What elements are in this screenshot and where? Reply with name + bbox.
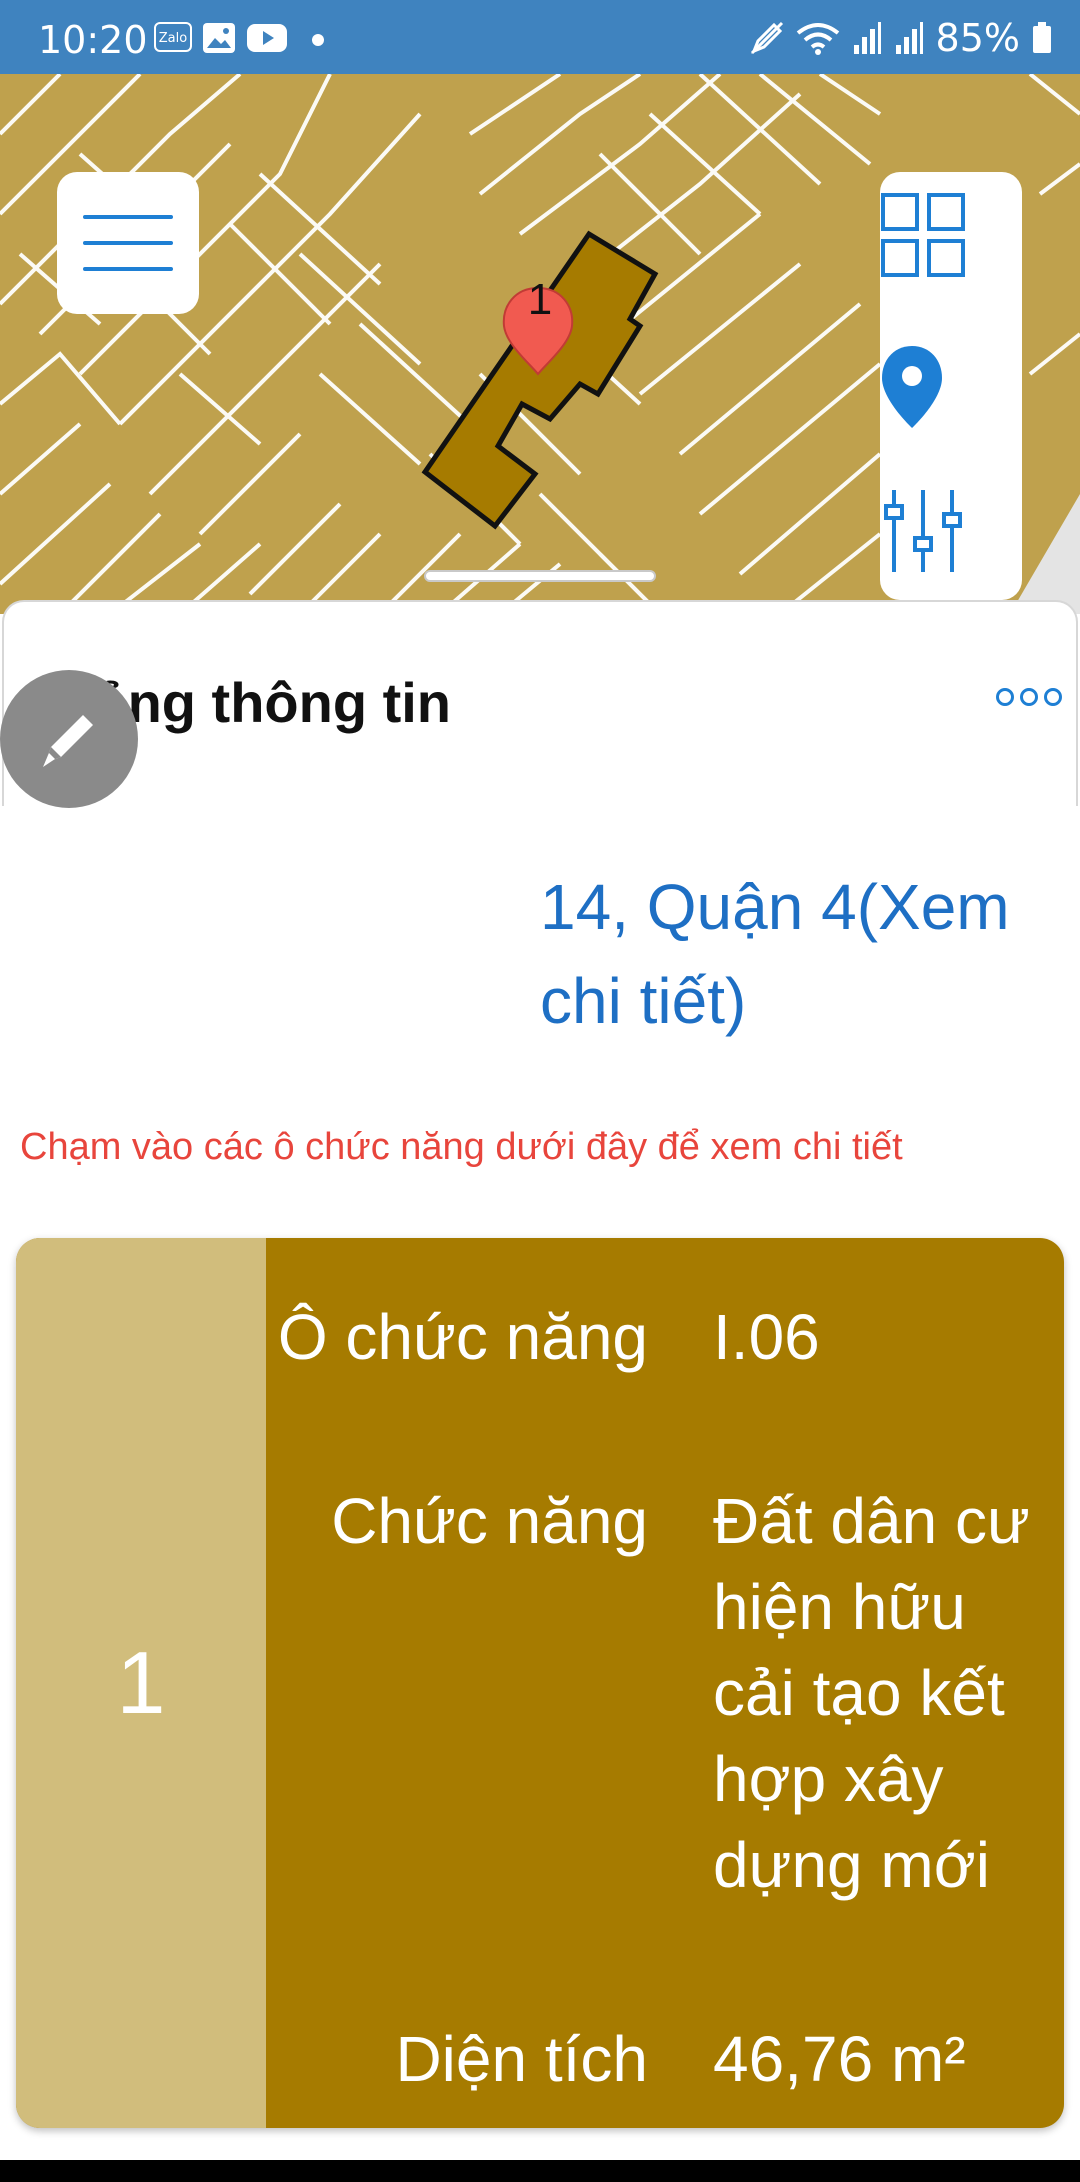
status-bar: 10:20 Zalo 85%: [0, 0, 1080, 74]
menu-button[interactable]: [57, 172, 199, 314]
hamburger-icon-line: [83, 241, 173, 245]
signal-icon-2: [895, 22, 923, 54]
dot-icon: [996, 688, 1014, 706]
dot-icon: [1020, 688, 1038, 706]
function-cell-card[interactable]: 1 Ô chức năng I.06 Chức năng Đất dân cư …: [16, 1238, 1064, 2128]
pencil-icon: [43, 715, 93, 767]
hint-text: Chạm vào các ô chức năng dưới đây để xem…: [20, 1126, 903, 1168]
address-line: chi tiết): [540, 965, 747, 1037]
location-pin-icon: [882, 346, 942, 428]
sliders-icon: [884, 490, 962, 572]
edit-button[interactable]: [0, 670, 138, 808]
row-value: I.06: [713, 1301, 820, 1373]
pen-off-icon: [750, 21, 783, 55]
address-link[interactable]: 14, Quận 4(Xem chi tiết): [540, 860, 1060, 1048]
dot-icon: [1044, 688, 1062, 706]
row-key: Diện tích: [395, 2023, 648, 2095]
signal-icon-1: [853, 22, 881, 54]
row-value: Đất dân cư hiện hữu cải tạo kết hợp xây …: [713, 1485, 1030, 1901]
map-tools-panel: [880, 172, 1022, 600]
row-function: Chức năng Đất dân cư hiện hữu cải tạo kế…: [266, 1478, 1064, 1998]
grid-icon: [881, 193, 965, 277]
system-nav-bar: [0, 2160, 1080, 2182]
row-function-cell: Ô chức năng I.06: [266, 1294, 1064, 1466]
wifi-icon: [796, 23, 839, 55]
cell-index: 1: [16, 1238, 266, 2128]
row-key: Ô chức năng: [277, 1301, 648, 1373]
hamburger-icon-line: [83, 215, 173, 219]
row-key: Chức năng: [331, 1485, 648, 1557]
hamburger-icon-line: [83, 267, 173, 271]
more-options-button[interactable]: [996, 688, 1062, 706]
battery-percent: 85%: [935, 16, 1020, 60]
address-line: 14, Quận 4(Xem: [540, 871, 1010, 943]
sheet-drag-handle[interactable]: [424, 570, 656, 582]
zalo-icon: Zalo: [154, 22, 192, 52]
status-time: 10:20: [38, 18, 148, 62]
battery-icon: [1033, 22, 1051, 53]
youtube-icon: [246, 22, 288, 58]
row-value: 46,76 m²: [713, 2023, 966, 2095]
dot-icon: [312, 34, 324, 46]
marker-label: 1: [528, 275, 552, 324]
row-area: Diện tích 46,76 m²: [266, 2016, 1064, 2106]
map-view[interactable]: 1: [0, 74, 1080, 614]
gallery-icon: [202, 22, 236, 58]
